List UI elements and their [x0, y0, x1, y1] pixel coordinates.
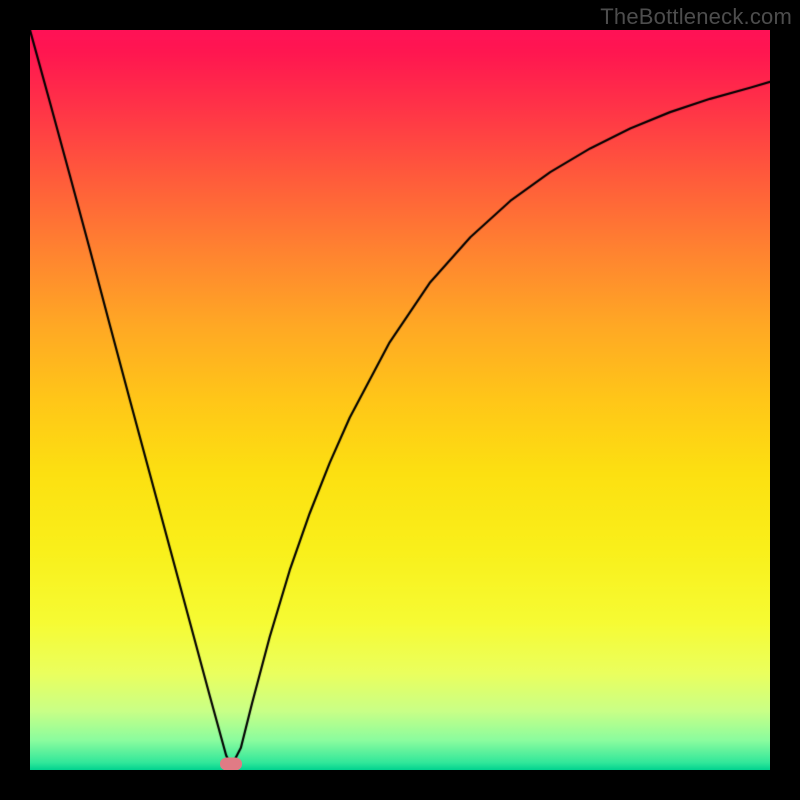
plot-area: [30, 30, 770, 770]
chart-frame: TheBottleneck.com: [0, 0, 800, 800]
optimal-point-marker: [220, 758, 242, 770]
watermark-text: TheBottleneck.com: [600, 4, 792, 30]
bottleneck-curve: [30, 30, 770, 770]
